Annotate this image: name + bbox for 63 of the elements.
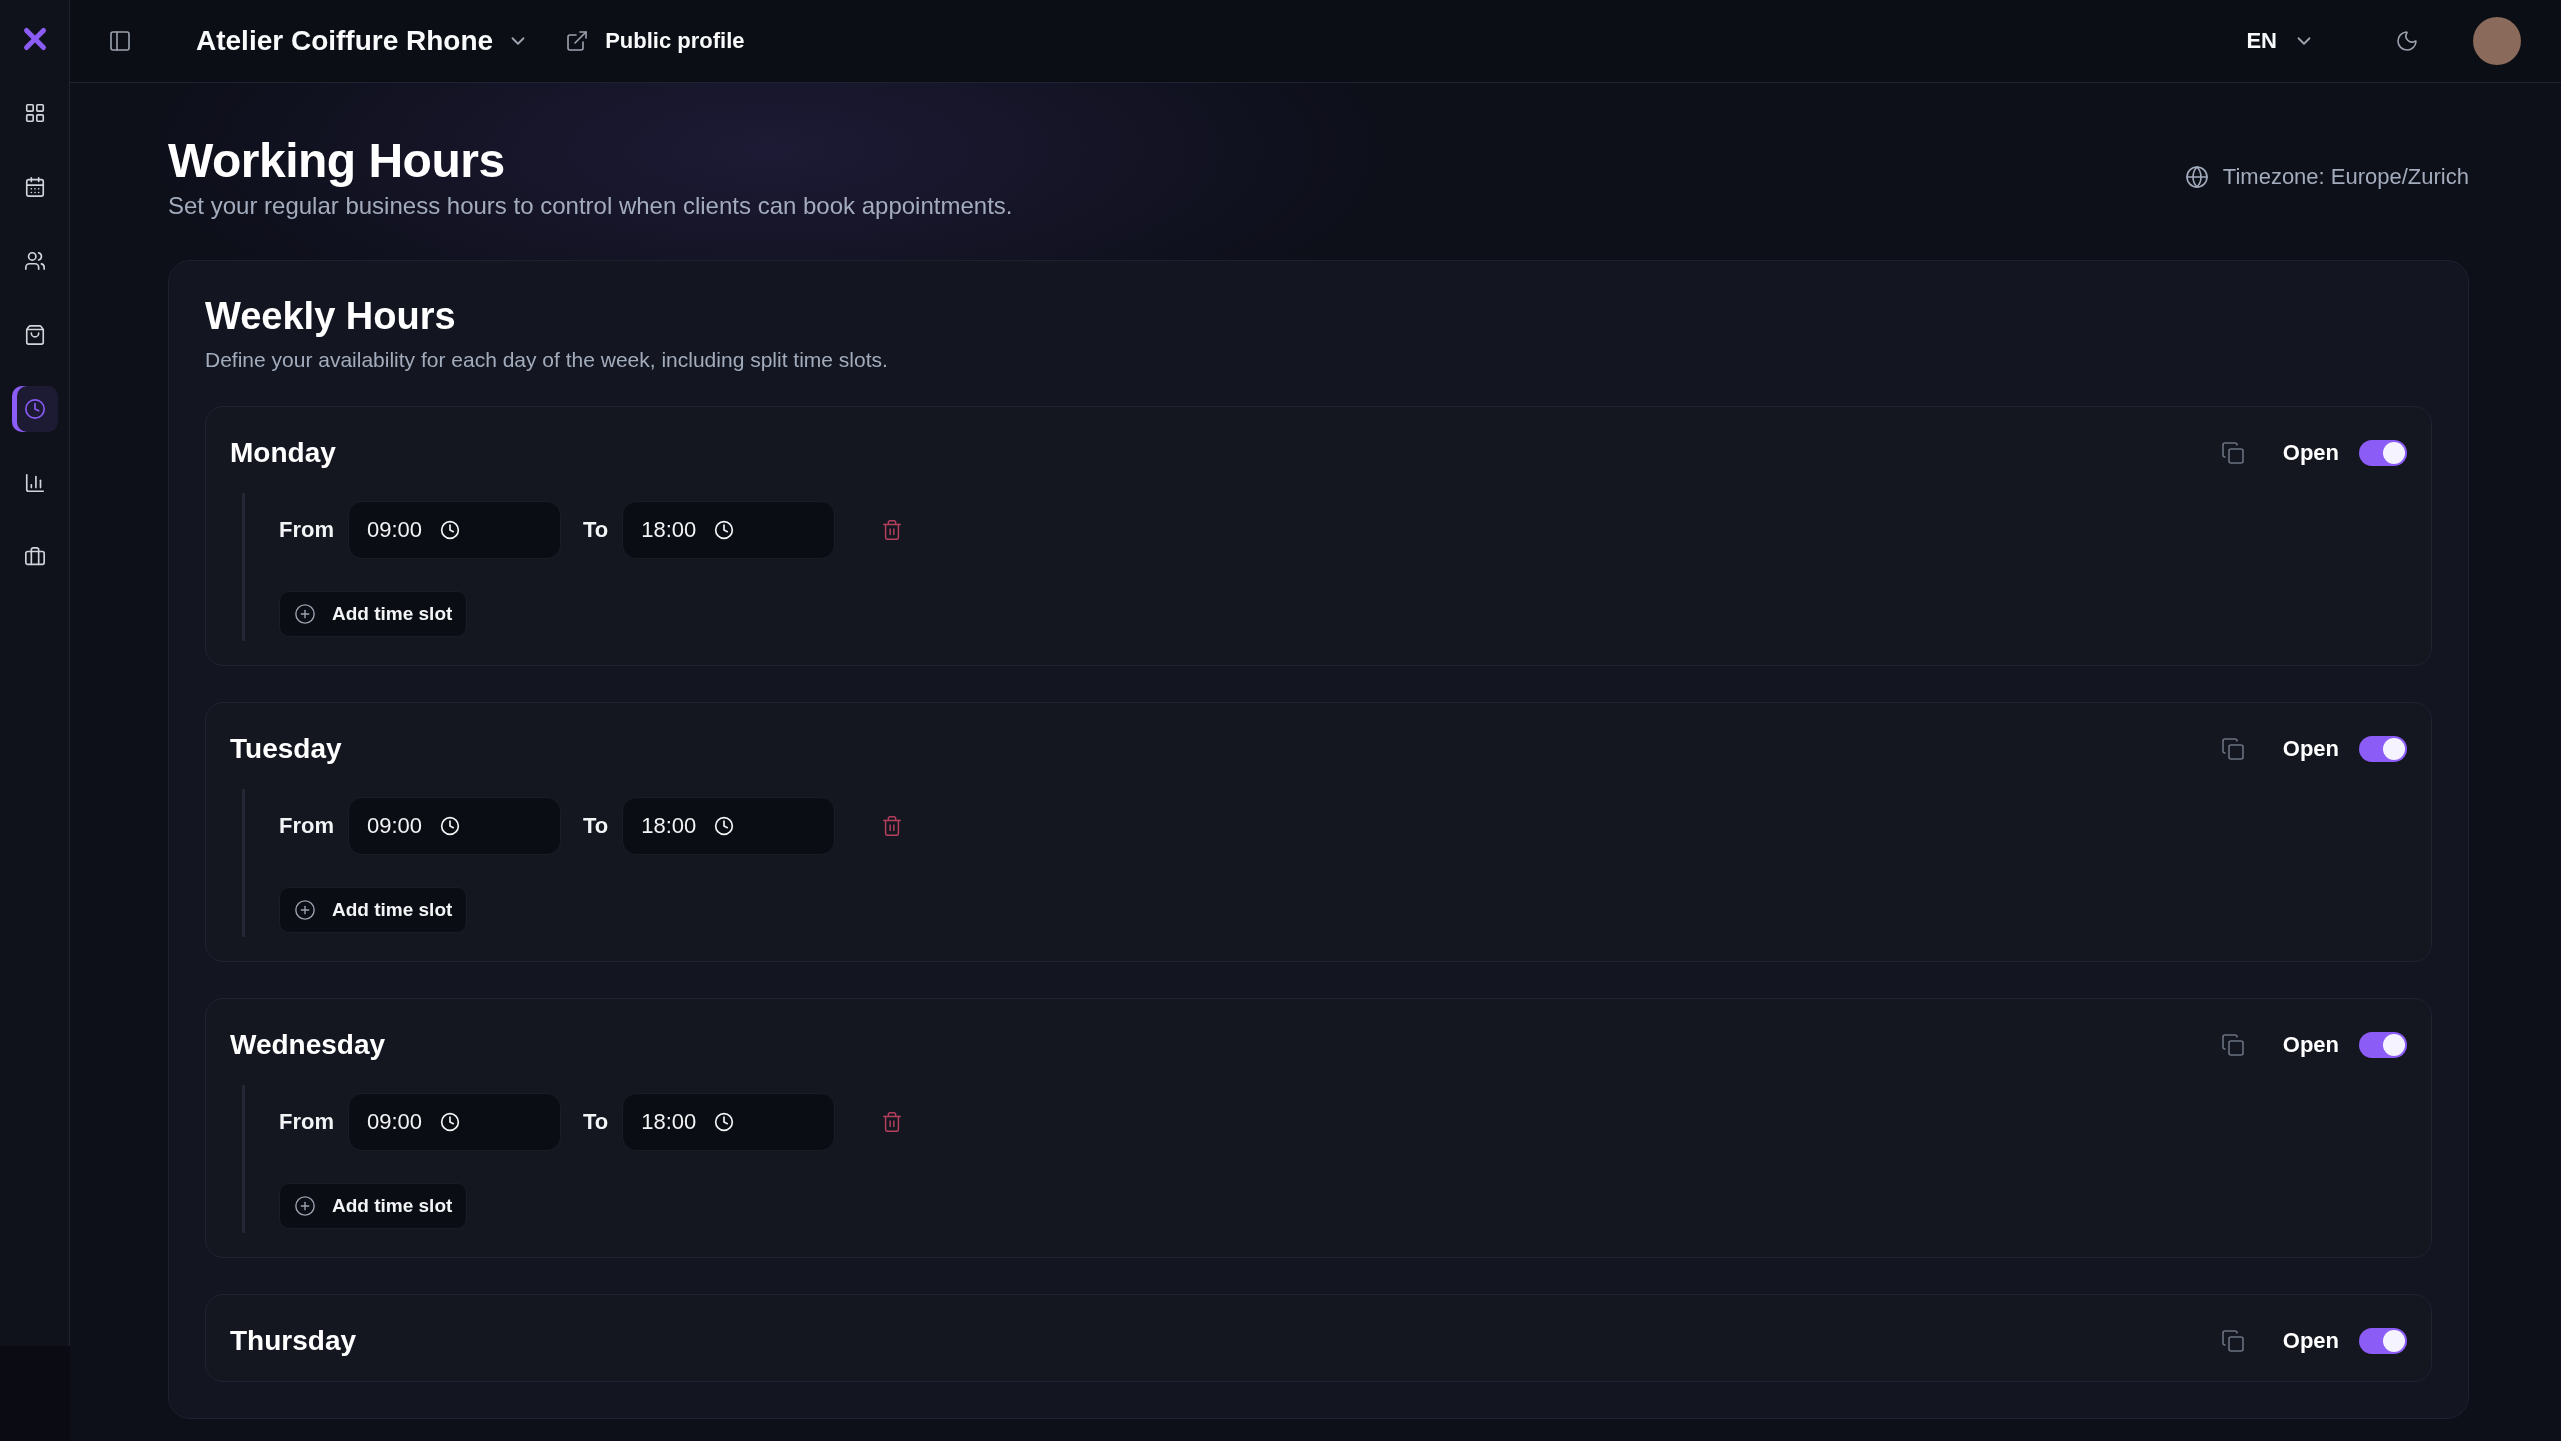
from-label: From xyxy=(279,517,334,543)
end-time-field[interactable]: 18:00 xyxy=(622,1093,836,1151)
add-time-slot-button[interactable]: Add time slot xyxy=(279,887,468,933)
avatar[interactable] xyxy=(2473,17,2521,65)
open-switch[interactable] xyxy=(2359,736,2407,762)
page-subtitle: Set your regular business hours to control when clients can book appointments. xyxy=(168,192,1013,220)
clock-icon xyxy=(714,1112,735,1132)
day-name: Thursday xyxy=(230,1325,357,1357)
day-name: Tuesday xyxy=(230,733,342,765)
calendar-icon xyxy=(23,176,46,198)
dashboard-icon xyxy=(23,102,46,124)
open-switch[interactable] xyxy=(2359,1328,2407,1354)
from-label: From xyxy=(279,813,334,839)
trash-icon xyxy=(881,519,904,541)
day-status: Open xyxy=(2282,1032,2339,1058)
day-name: Wednesday xyxy=(230,1029,386,1061)
card-title: Weekly Hours xyxy=(205,295,457,338)
to-label: To xyxy=(583,517,609,543)
users-icon xyxy=(23,250,46,272)
add-time-slot-button[interactable]: Add time slot xyxy=(279,591,468,637)
copy-icon xyxy=(2220,737,2245,761)
copy-icon xyxy=(2220,441,2245,465)
plus-circle-icon xyxy=(294,603,316,625)
card-description: Define your availability for each day of the week, including split time slots. xyxy=(205,348,889,372)
globe-icon xyxy=(2184,164,2209,189)
clock-icon xyxy=(714,520,735,540)
page-title: Working Hours xyxy=(168,133,506,188)
panel-icon xyxy=(108,29,132,53)
timezone-label: Timezone: Europe/Zurich xyxy=(2222,163,2469,190)
start-time-field[interactable]: 09:00 xyxy=(348,797,561,855)
from-label: From xyxy=(279,1109,334,1135)
clock-icon xyxy=(714,816,735,836)
briefcase-icon xyxy=(23,546,46,568)
open-switch[interactable] xyxy=(2359,440,2407,466)
trash-icon xyxy=(881,815,904,837)
clock-icon xyxy=(440,520,461,540)
clock-icon xyxy=(440,816,461,836)
shopping-bag-icon xyxy=(23,324,46,346)
trash-icon xyxy=(881,1111,904,1133)
end-time-field[interactable]: 18:00 xyxy=(622,501,836,559)
day-status: Open xyxy=(2282,440,2339,466)
business-selector[interactable]: Atelier Coiffure Rhone xyxy=(190,24,536,58)
copy-icon xyxy=(2220,1329,2245,1353)
clock-icon xyxy=(23,398,46,420)
copy-icon xyxy=(2220,1033,2245,1057)
add-time-slot-button[interactable]: Add time slot xyxy=(279,1183,468,1229)
day-status: Open xyxy=(2282,736,2339,762)
public-profile-link[interactable]: Public profile xyxy=(565,28,745,54)
language-selector[interactable]: EN xyxy=(2240,27,2321,55)
plus-circle-icon xyxy=(294,899,316,921)
clock-icon xyxy=(440,1112,461,1132)
end-time-field[interactable]: 18:00 xyxy=(622,797,836,855)
external-link-icon xyxy=(565,29,590,53)
bar-chart-icon xyxy=(23,472,46,494)
moon-icon xyxy=(2395,29,2419,53)
day-name: Monday xyxy=(230,437,336,469)
start-time-field[interactable]: 09:00 xyxy=(348,501,561,559)
to-label: To xyxy=(583,1109,609,1135)
start-time-field[interactable]: 09:00 xyxy=(348,1093,561,1151)
day-status: Open xyxy=(2282,1328,2339,1354)
open-switch[interactable] xyxy=(2359,1032,2407,1058)
plus-circle-icon xyxy=(294,1195,316,1217)
to-label: To xyxy=(583,813,609,839)
